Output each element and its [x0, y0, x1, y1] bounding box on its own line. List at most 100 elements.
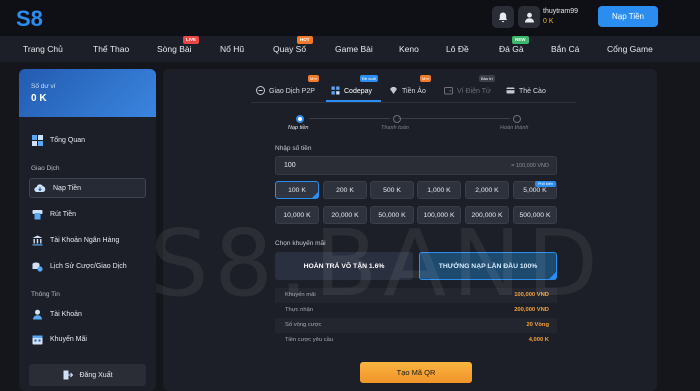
tab-ewallet-label: Ví Điện Tử [457, 87, 491, 95]
tab-p2p-badge: Mới [308, 75, 319, 82]
nav-item-fishing[interactable]: Bắn Cá [551, 36, 579, 62]
calendar-gift-icon [31, 333, 43, 345]
summary-value: 4,000 K [528, 337, 549, 343]
sidebar-item-history[interactable]: Lịch Sử Cược/Giao Dịch [31, 258, 127, 274]
tab-crypto-label: Tiền Ảo [402, 87, 426, 95]
summary-key: Thực nhận [285, 307, 314, 313]
promo-label: Chọn khuyến mãi [275, 240, 326, 247]
amount-option[interactable]: 2,000 K [465, 181, 509, 199]
amount-option[interactable]: 50,000 K [370, 206, 414, 224]
section-title-transactions: Giao Dịch [31, 165, 60, 172]
summary-key: Số vòng cược [285, 322, 322, 328]
withdraw-icon [31, 208, 43, 220]
popular-tag: Phổ biến [535, 181, 556, 187]
live-badge: LIVE [183, 36, 200, 44]
sidebar: Số dư ví 0 K Tổng Quan Giao Dịch Nạp Tiề… [19, 69, 156, 391]
tab-p2p-label: Giao Dịch P2P [269, 87, 315, 95]
tab-crypto-badge: Mới [420, 75, 431, 82]
sidebar-item-deposit-label: Nạp Tiền [53, 184, 82, 192]
header-deposit-button[interactable]: Nạp Tiền [598, 6, 658, 27]
s8-logo[interactable]: S8 [16, 6, 50, 30]
new-badge: NEW [512, 36, 529, 44]
wallet-icon [444, 86, 453, 97]
diamond-icon [389, 86, 398, 97]
step-1-dot [296, 115, 304, 123]
amount-option[interactable]: 500 K [370, 181, 414, 199]
summary-row: Khuyến mãi 100,000 VND [275, 288, 557, 303]
nav-item-home[interactable]: Trang Chủ [23, 36, 63, 62]
amount-option[interactable]: 200,000 K [465, 206, 509, 224]
step-3-label: Hoàn thành [500, 125, 529, 131]
create-qr-button[interactable]: Tạo Mã QR [360, 362, 472, 383]
scratch-card-icon [506, 86, 515, 97]
tab-ewallet[interactable]: Ví Điện Tử [444, 83, 491, 99]
amount-input-value: 100 [284, 162, 296, 169]
summary-key: Tiền cược yêu cầu [285, 337, 334, 343]
sidebar-item-overview[interactable]: Tổng Quan [31, 132, 85, 148]
sidebar-item-overview-label: Tổng Quan [50, 136, 86, 144]
promo-option-cashback[interactable]: HOÀN TRẢ VÔ TẬN 1.6% [275, 252, 413, 280]
logout-button[interactable]: Đăng Xuất [29, 364, 146, 386]
coins-history-icon [31, 260, 43, 272]
sidebar-item-deposit[interactable]: Nạp Tiền [29, 178, 146, 198]
nav-item-lode[interactable]: Lô Đề [446, 36, 469, 62]
step-1-label: Nạp tiền [288, 125, 309, 131]
top-bar: S8 thuytram99 0 K Nạp Tiền [0, 0, 700, 36]
amount-option[interactable]: 1,000 K [417, 181, 461, 199]
tab-codepay[interactable]: Codepay [331, 83, 372, 99]
tab-crypto[interactable]: Tiền Ảo [389, 83, 426, 99]
main-nav: Trang Chủ Thể Thao Sòng Bài LIVE Nổ Hũ Q… [0, 36, 700, 62]
summary-row: Tiền cược yêu cầu 4,000 K [275, 333, 557, 348]
nav-item-game-portal[interactable]: Cổng Game [607, 36, 653, 62]
notification-bell-icon[interactable] [492, 6, 514, 28]
tabs-divider [251, 102, 576, 103]
wallet-balance-card: Số dư ví 0 K [19, 69, 156, 117]
sidebar-item-account-label: Tài Khoản [50, 310, 82, 318]
tab-ewallet-badge: Bảo trì [479, 75, 495, 82]
summary-value: 200,000 VND [514, 307, 549, 313]
summary-value: 20 Vòng [526, 322, 549, 328]
user-info: thuytram99 0 K [543, 7, 578, 27]
amount-option[interactable]: 200 K [323, 181, 367, 199]
tab-card[interactable]: Thẻ Cào [506, 83, 546, 99]
amount-option[interactable]: 100,000 K [417, 206, 461, 224]
user-avatar-icon[interactable] [518, 6, 540, 28]
amount-option[interactable]: 100 K [275, 181, 319, 199]
wallet-balance-label: Số dư ví [31, 83, 56, 90]
logout-icon [62, 369, 74, 381]
logout-label: Đăng Xuất [79, 371, 113, 379]
sidebar-item-withdraw[interactable]: Rút Tiền [31, 206, 76, 222]
hot-badge: HOT [297, 36, 313, 44]
sidebar-item-account[interactable]: Tài Khoản [31, 306, 82, 322]
tab-codepay-badge: Đề xuất [360, 75, 378, 82]
amount-option[interactable]: 10,000 K [275, 206, 319, 224]
section-title-info: Thông Tin [31, 291, 60, 298]
summary-value: 100,000 VND [514, 292, 549, 298]
sidebar-item-history-label: Lịch Sử Cược/Giao Dịch [50, 262, 127, 270]
codepay-icon [331, 86, 340, 97]
sidebar-item-promotions-label: Khuyến Mãi [50, 335, 87, 343]
amount-option[interactable]: 20,000 K [323, 206, 367, 224]
nav-item-keno[interactable]: Keno [399, 36, 419, 62]
amount-input[interactable]: 100 = 100,000 VND [275, 156, 557, 175]
amount-option[interactable]: 500,000 K [513, 206, 557, 224]
nav-item-card-games[interactable]: Game Bài [335, 36, 373, 62]
tab-p2p[interactable]: Giao Dịch P2P [256, 83, 315, 99]
step-2-dot [393, 115, 401, 123]
step-connector [398, 118, 510, 119]
nav-item-slots[interactable]: Nổ Hũ [220, 36, 244, 62]
summary-row: Thực nhận 200,000 VND [275, 303, 557, 318]
tab-codepay-label: Codepay [344, 87, 373, 95]
sidebar-item-bank-accounts-label: Tài Khoản Ngân Hàng [50, 236, 120, 244]
sidebar-item-bank-accounts[interactable]: Tài Khoản Ngân Hàng [31, 232, 119, 248]
nav-item-sports[interactable]: Thể Thao [93, 36, 129, 62]
header-balance: 0 K [543, 18, 554, 25]
sidebar-item-withdraw-label: Rút Tiền [50, 210, 77, 218]
dashboard-icon [31, 134, 43, 146]
promo-option-first-deposit[interactable]: THƯỞNG NẠP LẦN ĐẦU 100% [419, 252, 557, 280]
username: thuytram99 [543, 8, 579, 15]
logo-text: S8 [16, 6, 43, 30]
step-3-dot [513, 115, 521, 123]
deposit-panel: Giao Dịch P2P Mới Codepay Đề xuất Tiền Ả… [163, 69, 657, 391]
sidebar-item-promotions[interactable]: Khuyến Mãi [31, 331, 87, 347]
